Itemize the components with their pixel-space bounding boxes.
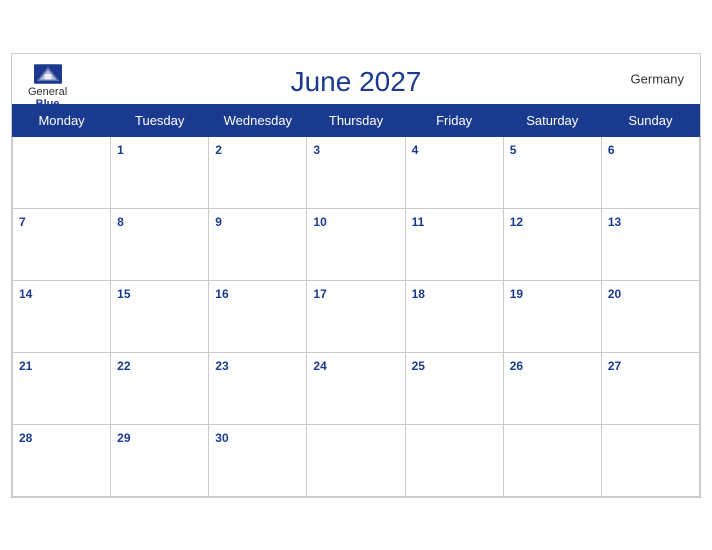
calendar-grid: Monday Tuesday Wednesday Thursday Friday… [12,104,700,497]
day-number: 22 [117,359,130,373]
calendar-day-cell [503,424,601,496]
day-number: 29 [117,431,130,445]
calendar-day-cell [13,136,111,208]
day-number: 10 [313,215,326,229]
header-saturday: Saturday [503,104,601,136]
calendar-day-cell: 4 [405,136,503,208]
calendar-day-cell: 30 [209,424,307,496]
day-number: 28 [19,431,32,445]
day-number: 19 [510,287,523,301]
day-number: 15 [117,287,130,301]
day-number: 16 [215,287,228,301]
day-number: 17 [313,287,326,301]
calendar-title: June 2027 [291,66,422,98]
weekday-header-row: Monday Tuesday Wednesday Thursday Friday… [13,104,700,136]
calendar-day-cell [307,424,405,496]
day-number: 8 [117,215,124,229]
country-label: Germany [631,71,684,86]
calendar-day-cell: 28 [13,424,111,496]
calendar-week-row: 1 2 3 4 5 6 [13,136,700,208]
calendar-container: General Blue June 2027 Germany Monday Tu… [11,53,701,498]
day-number: 20 [608,287,621,301]
calendar-day-cell: 23 [209,352,307,424]
day-number: 30 [215,431,228,445]
day-number: 21 [19,359,32,373]
day-number: 18 [412,287,425,301]
header-thursday: Thursday [307,104,405,136]
calendar-day-cell: 16 [209,280,307,352]
day-number: 9 [215,215,222,229]
header-friday: Friday [405,104,503,136]
day-number: 14 [19,287,32,301]
day-number: 13 [608,215,621,229]
day-number: 12 [510,215,523,229]
calendar-day-cell: 12 [503,208,601,280]
calendar-week-row: 7 8 9 10 11 12 13 [13,208,700,280]
calendar-day-cell: 24 [307,352,405,424]
calendar-day-cell: 18 [405,280,503,352]
calendar-day-cell: 25 [405,352,503,424]
calendar-header: General Blue June 2027 Germany [12,54,700,104]
calendar-day-cell: 14 [13,280,111,352]
day-number: 4 [412,143,419,157]
calendar-day-cell [601,424,699,496]
day-number: 24 [313,359,326,373]
calendar-day-cell: 9 [209,208,307,280]
calendar-day-cell: 15 [111,280,209,352]
logo-general-text: General [28,86,67,98]
day-number: 25 [412,359,425,373]
calendar-day-cell: 2 [209,136,307,208]
calendar-day-cell: 8 [111,208,209,280]
calendar-week-row: 28 29 30 [13,424,700,496]
calendar-week-row: 14 15 16 17 18 19 20 [13,280,700,352]
day-number: 11 [412,215,425,229]
calendar-day-cell: 10 [307,208,405,280]
logo-blue-text: Blue [36,98,60,110]
day-number: 26 [510,359,523,373]
day-number: 7 [19,215,26,229]
calendar-day-cell: 1 [111,136,209,208]
header-tuesday: Tuesday [111,104,209,136]
calendar-day-cell: 20 [601,280,699,352]
generalblue-logo-icon [34,64,62,84]
day-number: 2 [215,143,222,157]
calendar-day-cell: 11 [405,208,503,280]
day-number: 5 [510,143,517,157]
calendar-week-row: 21 22 23 24 25 26 27 [13,352,700,424]
day-number: 23 [215,359,228,373]
calendar-day-cell: 7 [13,208,111,280]
day-number: 3 [313,143,320,157]
calendar-day-cell: 3 [307,136,405,208]
calendar-day-cell: 29 [111,424,209,496]
calendar-day-cell: 27 [601,352,699,424]
logo-area: General Blue [28,64,67,110]
header-wednesday: Wednesday [209,104,307,136]
calendar-day-cell: 6 [601,136,699,208]
calendar-day-cell: 22 [111,352,209,424]
header-sunday: Sunday [601,104,699,136]
calendar-day-cell: 19 [503,280,601,352]
calendar-day-cell: 21 [13,352,111,424]
day-number: 27 [608,359,621,373]
calendar-day-cell: 17 [307,280,405,352]
day-number: 1 [117,143,124,157]
calendar-day-cell [405,424,503,496]
calendar-day-cell: 26 [503,352,601,424]
calendar-day-cell: 5 [503,136,601,208]
day-number: 6 [608,143,615,157]
calendar-day-cell: 13 [601,208,699,280]
